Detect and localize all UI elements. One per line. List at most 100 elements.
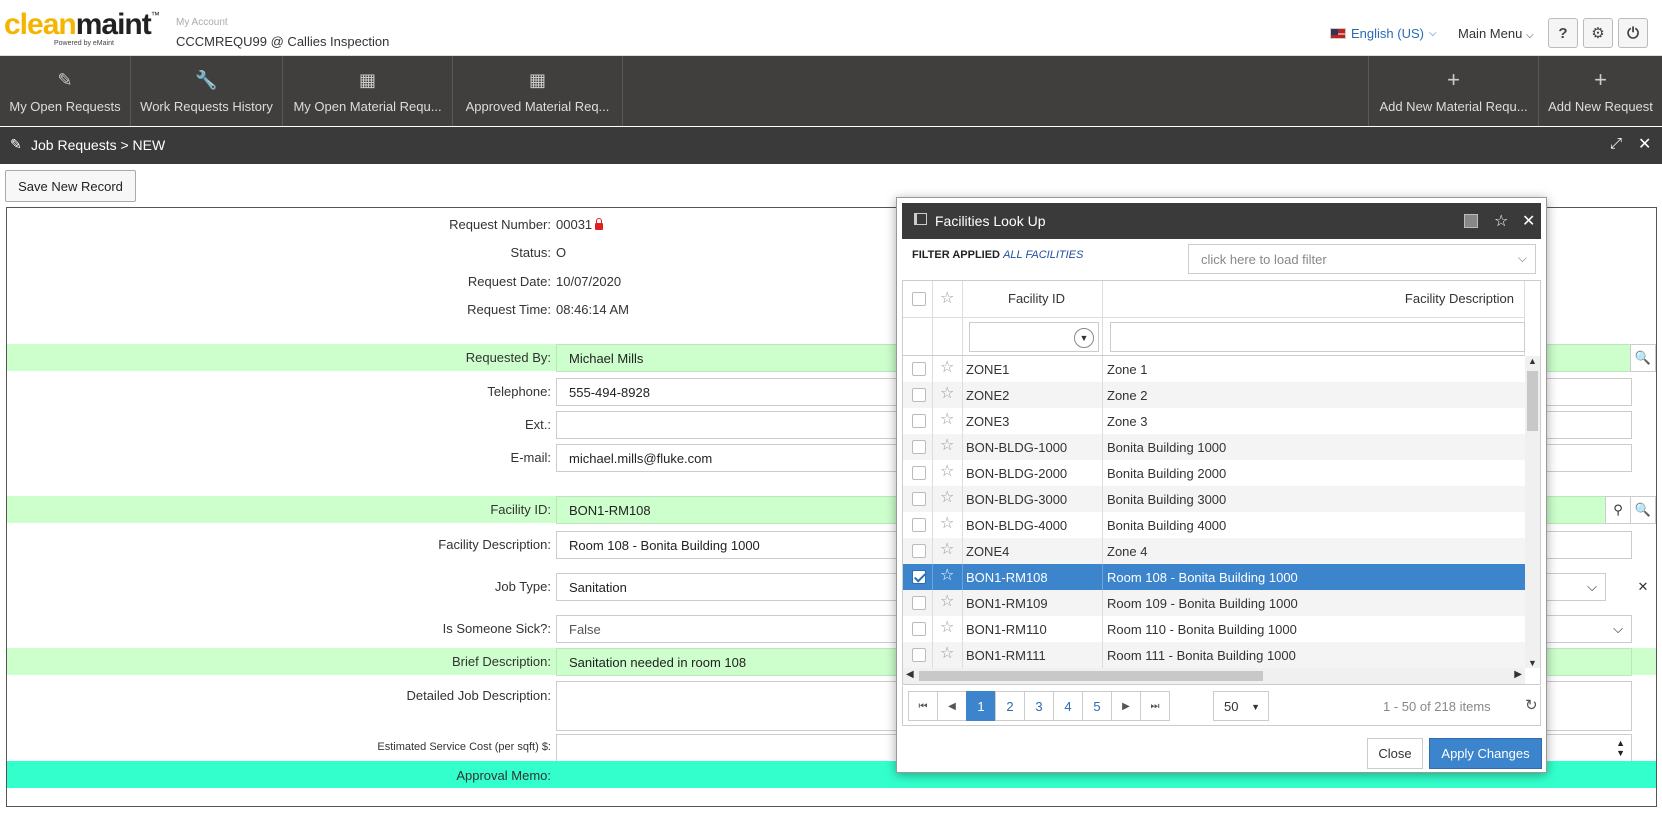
facility-id-cell: BON1-RM111 xyxy=(966,648,1046,663)
star-icon[interactable]: ☆ xyxy=(940,386,954,402)
request-time-label: Request Time: xyxy=(467,302,551,317)
help-button[interactable]: ? xyxy=(1548,18,1578,48)
scroll-right-icon[interactable]: ▶ xyxy=(1514,669,1522,680)
vertical-scrollbar[interactable]: ▲ ▼ xyxy=(1525,356,1540,668)
save-new-record-button[interactable]: Save New Record xyxy=(5,170,136,202)
scrollbar-thumb[interactable] xyxy=(1527,371,1538,431)
refresh-icon[interactable]: ↻ xyxy=(1525,696,1538,714)
star-icon[interactable]: ☆ xyxy=(940,568,954,584)
nav-add-new-request[interactable]: + Add New Request xyxy=(1538,56,1662,126)
spinner-icon[interactable]: ▲ ▼ xyxy=(1616,738,1625,758)
star-icon[interactable]: ☆ xyxy=(940,516,954,532)
star-icon[interactable]: ☆ xyxy=(940,412,954,428)
row-checkbox[interactable] xyxy=(912,440,926,454)
close-icon[interactable]: ✕ xyxy=(1638,134,1651,154)
scroll-down-icon[interactable]: ▼ xyxy=(1528,658,1537,668)
star-icon[interactable]: ☆ xyxy=(940,542,954,558)
facility-description-filter-input[interactable] xyxy=(1110,322,1525,352)
scroll-up-icon[interactable]: ▲ xyxy=(1528,356,1537,366)
header-facility-description[interactable]: Facility Description xyxy=(1103,281,1525,317)
header-facility-id-label: Facility ID xyxy=(1008,291,1066,306)
main-menu-dropdown[interactable]: Main Menu ⌵ xyxy=(1458,26,1534,41)
page-size-select[interactable]: 50 ▼ xyxy=(1213,691,1269,721)
table-row[interactable]: ☆ ZONE2 Zone 2 xyxy=(903,382,1525,408)
nav-my-open-material-requests[interactable]: ▦ My Open Material Requ... xyxy=(283,56,453,126)
table-row[interactable]: ☆ BON1-RM111 Room 111 - Bonita Building 10… xyxy=(903,642,1525,668)
previous-page-button[interactable]: ◀ xyxy=(937,691,967,721)
table-row[interactable]: ☆ ZONE4 Zone 4 xyxy=(903,538,1525,564)
scroll-left-icon[interactable]: ◀ xyxy=(906,669,914,680)
table-row[interactable]: ☆ BON1-RM108 Room 108 - Bonita Building 10… xyxy=(903,564,1525,590)
facility-description-cell: Zone 4 xyxy=(1107,544,1148,559)
page-3-button[interactable]: 3 xyxy=(1024,691,1054,721)
load-filter-select[interactable]: click here to load filter ⌵ xyxy=(1188,244,1536,274)
language-selector[interactable]: English (US) ⌵ xyxy=(1330,26,1437,41)
apply-changes-button[interactable]: Apply Changes xyxy=(1429,738,1542,769)
cleanmaint-logo[interactable]: cleanmaint™ Powered by eMaint xyxy=(4,10,169,52)
facility-id-filter-input[interactable]: ▼ xyxy=(969,322,1099,352)
table-row[interactable]: ☆ BON-BLDG-2000 Bonita Building 2000 xyxy=(903,460,1525,486)
next-page-button[interactable]: ▶ xyxy=(1111,691,1141,721)
row-checkbox[interactable] xyxy=(912,388,926,402)
row-checkbox[interactable] xyxy=(912,466,926,480)
settings-button[interactable]: ⚙ xyxy=(1583,18,1613,48)
expand-icon[interactable]: ⤢ xyxy=(1610,135,1622,152)
page-5-button[interactable]: 5 xyxy=(1082,691,1112,721)
row-checkbox[interactable] xyxy=(912,362,926,376)
facility-location-button[interactable]: ⚲ xyxy=(1605,496,1631,524)
star-icon[interactable]: ☆ xyxy=(940,360,954,376)
nav-approved-material-requests[interactable]: ▦ Approved Material Req... xyxy=(453,56,623,126)
star-icon[interactable]: ☆ xyxy=(940,490,954,506)
row-checkbox[interactable] xyxy=(912,622,926,636)
table-row[interactable]: ☆ ZONE1 Zone 1 xyxy=(903,356,1525,382)
facility-search-button[interactable]: 🔍 xyxy=(1630,496,1656,524)
filter-funnel-icon[interactable]: ▼ xyxy=(1074,328,1094,348)
page-1-button[interactable]: 1 xyxy=(966,691,996,721)
table-row[interactable]: ☆ BON-BLDG-1000 Bonita Building 1000 xyxy=(903,434,1525,460)
table-row[interactable]: ☆ BON1-RM109 Room 109 - Bonita Building 10… xyxy=(903,590,1525,616)
page-4-button[interactable]: 4 xyxy=(1053,691,1083,721)
table-row[interactable]: ☆ ZONE3 Zone 3 xyxy=(903,408,1525,434)
row-checkbox[interactable] xyxy=(912,544,926,558)
chevron-down-icon: ⌵ xyxy=(1517,251,1527,265)
nav-work-requests-history[interactable]: 🔧 Work Requests History xyxy=(131,56,283,126)
job-type-clear-button[interactable]: ✕ xyxy=(1630,573,1656,601)
logout-button[interactable]: ⏻ xyxy=(1618,18,1648,48)
request-date-value: 10/07/2020 xyxy=(556,274,622,289)
row-checkbox[interactable] xyxy=(912,518,926,532)
someone-sick-value: False xyxy=(569,622,601,637)
horizontal-scrollbar[interactable]: ◀ ▶ xyxy=(903,668,1525,684)
job-type-label: Job Type: xyxy=(494,579,551,594)
select-all-checkbox[interactable] xyxy=(912,292,926,306)
previous-page-icon: ◀ xyxy=(948,700,956,712)
star-icon[interactable]: ☆ xyxy=(940,464,954,480)
nav-add-new-material-request[interactable]: + Add New Material Requ... xyxy=(1368,56,1538,126)
star-icon[interactable]: ☆ xyxy=(940,594,954,610)
row-checkbox[interactable] xyxy=(912,596,926,610)
row-checkbox[interactable] xyxy=(912,648,926,662)
star-icon[interactable]: ☆ xyxy=(940,620,954,636)
page-2-button[interactable]: 2 xyxy=(995,691,1025,721)
close-icon[interactable]: ✕ xyxy=(1522,211,1535,231)
star-icon[interactable]: ☆ xyxy=(1494,211,1508,231)
close-button[interactable]: Close xyxy=(1367,738,1423,769)
table-row[interactable]: ☆ BON-BLDG-4000 Bonita Building 4000 xyxy=(903,512,1525,538)
header-facility-id[interactable]: Facility ID xyxy=(963,281,1103,317)
star-icon[interactable]: ☆ xyxy=(940,438,954,454)
row-checkbox[interactable] xyxy=(912,492,926,506)
scrollbar-thumb[interactable] xyxy=(919,671,1263,681)
nav-my-open-requests[interactable]: ✎ My Open Requests xyxy=(0,56,131,126)
star-icon[interactable]: ☆ xyxy=(940,646,954,662)
star-icon[interactable]: ☆ xyxy=(940,291,954,307)
maximize-icon[interactable] xyxy=(1464,214,1478,228)
account-name[interactable]: CCCMREQU99 @ Callies Inspection xyxy=(176,34,389,49)
last-page-button[interactable]: ⏭ xyxy=(1140,691,1170,721)
requested-by-search-button[interactable]: 🔍 xyxy=(1630,344,1656,372)
load-filter-placeholder: click here to load filter xyxy=(1201,252,1327,267)
row-checkbox[interactable] xyxy=(912,414,926,428)
table-row[interactable]: ☆ BON-BLDG-3000 Bonita Building 3000 xyxy=(903,486,1525,512)
first-page-button[interactable]: ⏮ xyxy=(908,691,938,721)
filter-status: FILTER APPLIED ALL FACILITIES xyxy=(912,249,1083,261)
row-checkbox[interactable] xyxy=(912,570,926,584)
table-row[interactable]: ☆ BON1-RM110 Room 110 - Bonita Building 10… xyxy=(903,616,1525,642)
